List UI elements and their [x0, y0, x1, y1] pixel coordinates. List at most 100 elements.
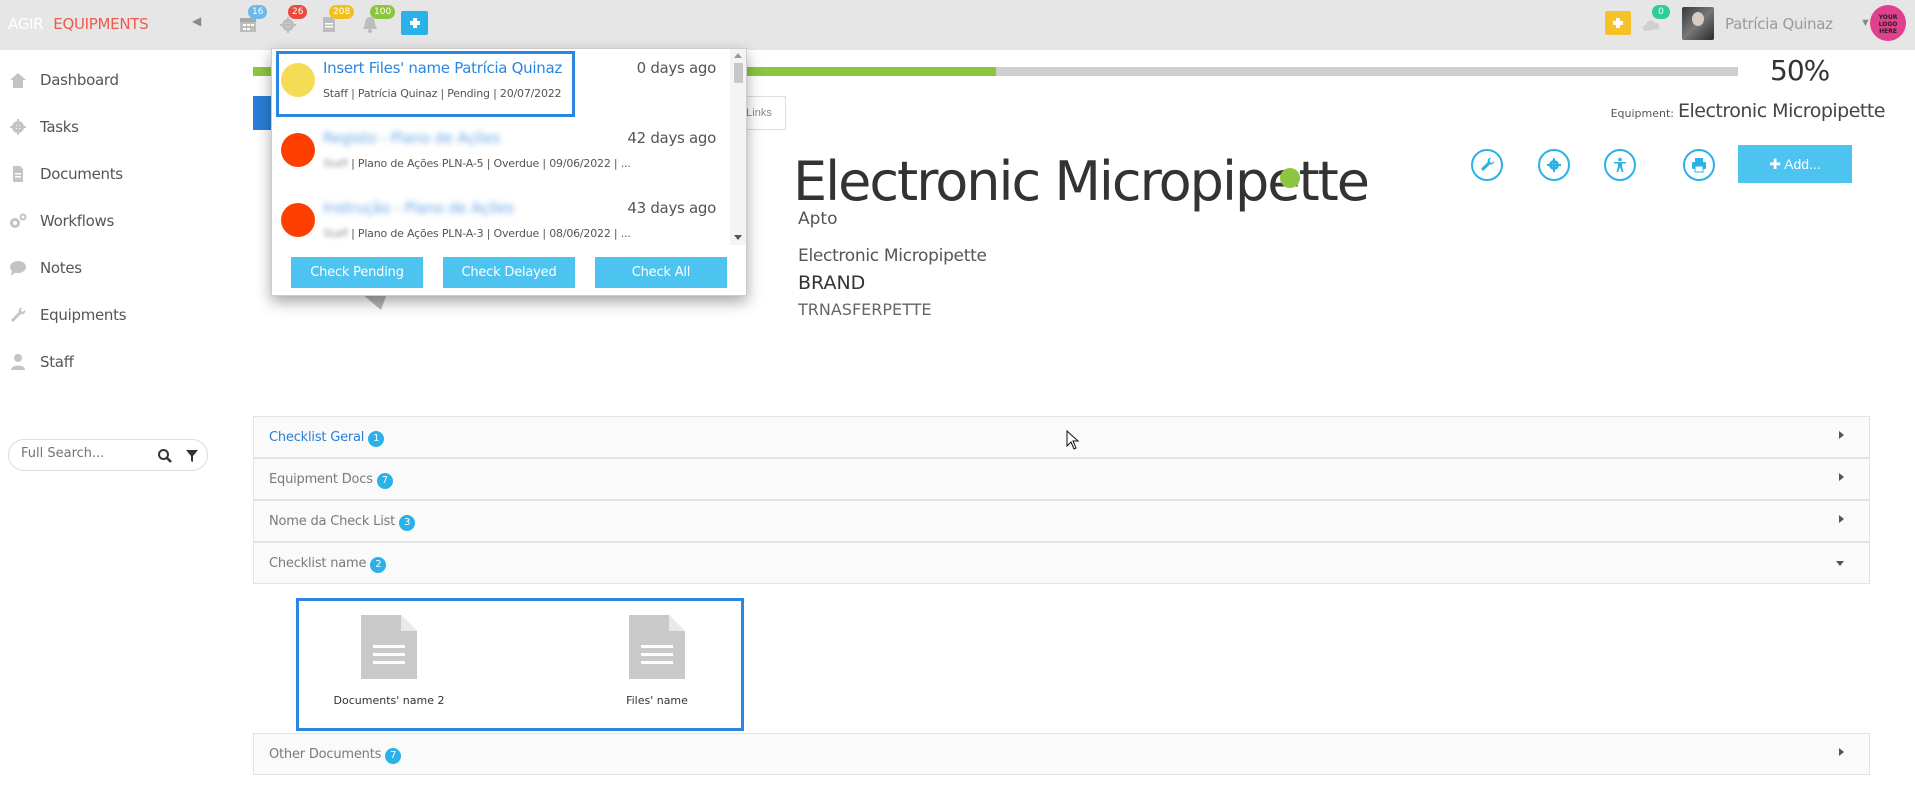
highlight-box — [276, 51, 575, 117]
file-item[interactable]: Files' name — [587, 615, 727, 707]
app-brand[interactable]: AGIR EQUIPMENTS — [8, 15, 149, 33]
notifications-badge: 100 — [370, 5, 396, 19]
notification-item[interactable]: Registo - Plano de Ações 42 days ago Sta… — [272, 119, 728, 189]
scroll-thumb[interactable] — [734, 63, 743, 83]
sidebar-item-equipments[interactable]: Equipments — [8, 300, 208, 330]
file-item[interactable]: Documents' name 2 — [319, 615, 459, 707]
brand-value: TRNASFERPETTE — [798, 300, 932, 319]
new-item-button[interactable] — [1605, 11, 1631, 35]
gear-icon — [1547, 158, 1561, 172]
notification-details-text: | Plano de Ações PLN-A-3 | Overdue | 08/… — [347, 227, 631, 240]
check-all-button[interactable]: Check All — [595, 257, 727, 288]
progress-percentage: 50% — [1770, 54, 1830, 87]
sidebar-item-dashboard[interactable]: Dashboard — [8, 65, 208, 95]
file-icon — [629, 615, 685, 679]
plus-icon: ✚ — [1769, 156, 1785, 172]
top-bar: AGIR EQUIPMENTS ◀ 16 26 208 100 0 Patríci… — [0, 0, 1915, 50]
notification-details-text: | Plano de Ações PLN-A-5 | Overdue | 09/… — [347, 157, 631, 170]
equipment-description: Electronic Micropipette — [798, 246, 987, 266]
accordion-label: Checklist Geral — [269, 430, 365, 445]
check-delayed-button[interactable]: Check Delayed — [443, 257, 575, 288]
print-button[interactable] — [1683, 149, 1715, 181]
sidebar-item-tasks[interactable]: Tasks — [8, 112, 208, 142]
notification-details: Staff | Plano de Ações PLN-A-3 | Overdue… — [323, 227, 631, 240]
file-name: Documents' name 2 — [333, 694, 445, 707]
file-name: Files' name — [626, 694, 688, 707]
gear-icon — [8, 118, 30, 136]
file-icon — [361, 615, 417, 679]
accordion-other-documents[interactable]: Other Documents 7 — [253, 733, 1870, 775]
notification-title[interactable]: Instrução - Plano de Ações — [323, 199, 514, 217]
equipment-label: Equipment: Electronic Micropipette — [1610, 100, 1886, 122]
notification-status-dot — [281, 133, 315, 167]
search-input[interactable] — [21, 446, 151, 461]
settings-button[interactable] — [1538, 149, 1570, 181]
tasks-button[interactable]: 26 — [278, 5, 308, 34]
quick-add-button[interactable] — [401, 11, 428, 35]
scroll-up-icon[interactable] — [734, 53, 742, 58]
accordion-nome-da-check-list[interactable]: Nome da Check List 3 — [253, 500, 1870, 542]
redacted-name: Staff — [323, 227, 348, 240]
sidebar-item-label: Equipments — [40, 306, 127, 324]
notification-title[interactable]: Registo - Plano de Ações — [323, 129, 500, 147]
sidebar-item-label: Staff — [40, 353, 74, 371]
accordion-label: Checklist name — [269, 556, 367, 571]
notifications-button[interactable]: 100 — [360, 5, 396, 34]
calendar-button[interactable]: 16 — [238, 5, 268, 34]
redacted-name: Staff — [323, 157, 348, 170]
accordion-checklist-geral[interactable]: Checklist Geral 1 — [253, 416, 1870, 458]
accordion-checklist-name[interactable]: Checklist name 2 — [253, 542, 1870, 584]
document-icon — [8, 165, 30, 183]
avatar[interactable] — [1682, 7, 1714, 40]
sidebar-item-documents[interactable]: Documents — [8, 159, 208, 189]
maintenance-button[interactable] — [1471, 149, 1503, 181]
accordion-label: Equipment Docs — [269, 472, 373, 487]
equipment-prefix: Equipment: — [1610, 107, 1674, 120]
scroll-down-icon[interactable] — [734, 235, 742, 240]
accordion-label: Nome da Check List — [269, 514, 396, 529]
filter-icon[interactable] — [185, 448, 199, 464]
notification-item[interactable]: Insert Files' name Patrícia Quinaz 0 day… — [272, 49, 728, 119]
accordion-equipment-docs[interactable]: Equipment Docs 7 — [253, 458, 1870, 500]
chevron-right-icon — [1839, 431, 1844, 439]
search-icon[interactable] — [157, 448, 173, 464]
sidebar-item-workflows[interactable]: Workflows — [8, 206, 208, 236]
mouse-cursor-icon — [1066, 430, 1080, 450]
add-button[interactable]: ✚ Add... — [1738, 145, 1852, 183]
count-badge: 7 — [376, 473, 393, 489]
notification-age: 42 days ago — [627, 129, 716, 147]
calendar-badge: 16 — [248, 5, 268, 19]
status-text: Apto — [798, 209, 838, 229]
chevron-right-icon — [1839, 748, 1844, 756]
tab-active[interactable] — [253, 96, 273, 130]
count-badge: 7 — [385, 748, 402, 764]
documents-button[interactable]: 208 — [319, 5, 355, 34]
wrench-icon — [8, 306, 30, 324]
brand-label: BRAND — [798, 272, 866, 294]
count-badge: 1 — [368, 431, 385, 447]
notification-details: Staff | Plano de Ações PLN-A-5 | Overdue… — [323, 157, 631, 170]
sidebar-item-staff[interactable]: Staff — [8, 347, 208, 377]
sidebar-item-label: Workflows — [40, 212, 114, 230]
wrench-icon — [1481, 157, 1495, 171]
popup-scrollbar[interactable] — [730, 49, 746, 245]
chevron-right-icon — [1839, 515, 1844, 523]
chat-icon — [8, 259, 30, 277]
equipment-name: Electronic Micropipette — [1677, 100, 1886, 122]
notification-item[interactable]: Instrução - Plano de Ações 43 days ago S… — [272, 189, 728, 259]
sidebar-item-notes[interactable]: Notes — [8, 253, 208, 283]
accessibility-button[interactable] — [1604, 149, 1636, 181]
notification-age: 0 days ago — [636, 59, 717, 77]
messages-button[interactable]: 0 — [1640, 5, 1670, 34]
sidebar-item-label: Documents — [40, 165, 123, 183]
accordion-label: Other Documents — [269, 747, 382, 762]
company-logo: YOUR LOGO HERE — [1870, 5, 1906, 41]
chevron-down-icon — [1836, 561, 1844, 566]
user-icon — [8, 353, 30, 371]
collapse-sidebar-icon[interactable]: ◀ — [192, 14, 201, 28]
user-name[interactable]: Patrícia Quinaz — [1725, 15, 1833, 33]
count-badge: 3 — [399, 515, 416, 531]
sidebar: Dashboard Tasks Documents Workflows Note… — [0, 50, 220, 808]
sidebar-item-label: Tasks — [40, 118, 79, 136]
check-pending-button[interactable]: Check Pending — [291, 257, 423, 288]
